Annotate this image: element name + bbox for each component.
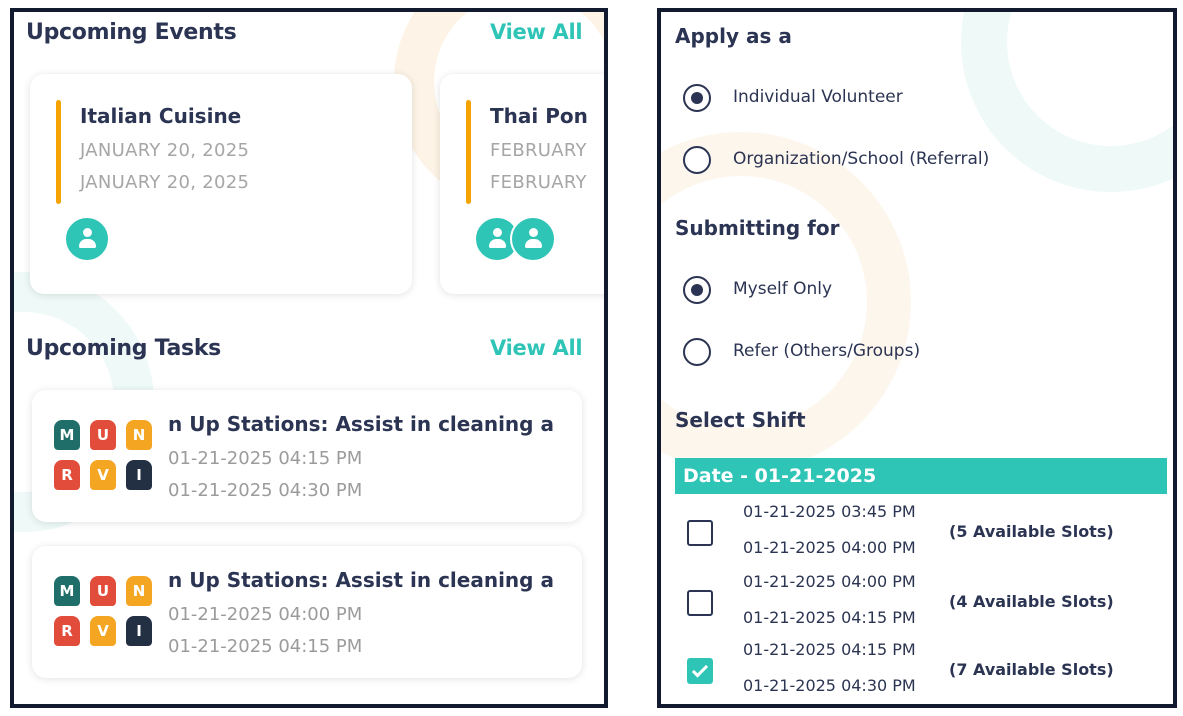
radio-button[interactable] [683, 338, 711, 366]
available-slots: (7 Available Slots) [949, 660, 1114, 679]
participant-avatar[interactable] [510, 216, 556, 262]
event-card[interactable]: Thai Pon FEBRUARY FEBRUARY [440, 74, 604, 294]
shift-row: 01-21-2025 04:15 PM 01-21-2025 04:30 PM … [661, 638, 1173, 704]
upcoming-tasks-title: Upcoming Tasks [26, 336, 221, 361]
shift-checkbox[interactable] [687, 520, 713, 546]
events-tasks-panel: Upcoming Events View All Italian Cuisine… [10, 8, 608, 708]
task-title: n Up Stations: Assist in cleaning a [168, 412, 554, 436]
upcoming-events-title: Upcoming Events [26, 20, 237, 45]
event-title: Thai Pon [490, 104, 588, 128]
radio-button-selected[interactable] [683, 84, 711, 112]
shift-row: 01-21-2025 03:45 PM 01-21-2025 04:00 PM … [661, 498, 1173, 568]
task-card[interactable]: M U N R V I n Up Stations: Assist in cle… [32, 390, 582, 522]
shift-end-time: 01-21-2025 04:15 PM [743, 608, 916, 627]
radio-button-selected[interactable] [683, 276, 711, 304]
events-view-all-link[interactable]: View All [490, 20, 583, 44]
available-slots: (5 Available Slots) [949, 522, 1114, 541]
select-shift-label: Select Shift [675, 408, 806, 432]
shift-end-time: 01-21-2025 04:00 PM [743, 538, 916, 557]
task-start-time: 01-21-2025 04:00 PM [168, 604, 363, 625]
munrvi-logo: M U N R V I [54, 576, 164, 656]
shift-date-header: Date - 01-21-2025 [675, 458, 1167, 494]
task-title: n Up Stations: Assist in cleaning a [168, 568, 554, 592]
task-card[interactable]: M U N R V I n Up Stations: Assist in cle… [32, 546, 582, 678]
munrvi-logo: M U N R V I [54, 420, 164, 500]
event-start-date: FEBRUARY [490, 140, 587, 161]
tasks-view-all-link[interactable]: View All [490, 336, 583, 360]
task-end-time: 01-21-2025 04:15 PM [168, 636, 363, 657]
event-card[interactable]: Italian Cuisine JANUARY 20, 2025 JANUARY… [30, 74, 412, 294]
shift-start-time: 01-21-2025 04:15 PM [743, 640, 916, 659]
volunteer-form-panel: Apply as a Individual Volunteer Organiza… [657, 8, 1177, 708]
submitting-for-label: Submitting for [675, 216, 840, 240]
shift-start-time: 01-21-2025 03:45 PM [743, 502, 916, 521]
shift-checkbox[interactable] [687, 590, 713, 616]
shift-row: 01-21-2025 04:00 PM 01-21-2025 04:15 PM … [661, 568, 1173, 638]
task-start-time: 01-21-2025 04:15 PM [168, 448, 363, 469]
available-slots: (4 Available Slots) [949, 592, 1114, 611]
participant-avatar[interactable] [64, 216, 110, 262]
radio-button[interactable] [683, 146, 711, 174]
apply-as-label: Apply as a [675, 24, 792, 48]
event-accent-bar [56, 100, 61, 204]
shift-end-time: 01-21-2025 04:30 PM [743, 676, 916, 695]
checkmark-icon [691, 661, 709, 678]
event-title: Italian Cuisine [80, 104, 242, 128]
event-end-date: JANUARY 20, 2025 [80, 172, 250, 193]
shift-start-time: 01-21-2025 04:00 PM [743, 572, 916, 591]
event-start-date: JANUARY 20, 2025 [80, 140, 250, 161]
event-end-date: FEBRUARY [490, 172, 587, 193]
shift-checkbox-checked[interactable] [687, 658, 713, 684]
event-accent-bar [466, 100, 471, 204]
task-end-time: 01-21-2025 04:30 PM [168, 480, 363, 501]
